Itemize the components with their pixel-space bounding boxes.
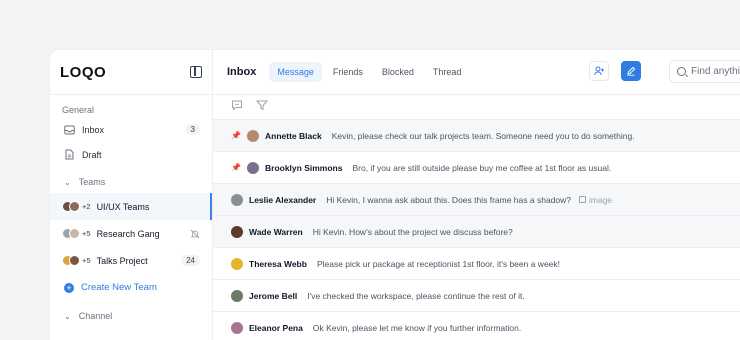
sidebar-team-uiux[interactable]: +2 UI/UX Teams bbox=[50, 193, 212, 220]
message-row[interactable]: Wade Warren Hi Kevin. How's about the pr… bbox=[213, 216, 740, 248]
message-row[interactable]: Theresa Webb Please pick ur package at r… bbox=[213, 248, 740, 280]
avatar bbox=[69, 201, 80, 212]
message-preview: Hi Kevin. How's about the project we dis… bbox=[312, 226, 513, 237]
team-member-count: +5 bbox=[82, 229, 91, 238]
avatar bbox=[69, 255, 80, 266]
tab-blocked[interactable]: Blocked bbox=[374, 62, 422, 82]
sender-name: Theresa Webb bbox=[249, 258, 307, 269]
sidebar-item-inbox[interactable]: Inbox 3 bbox=[50, 117, 212, 142]
sidebar-item-label: Draft bbox=[82, 149, 102, 160]
message-preview: I've checked the workspace, please conti… bbox=[307, 290, 525, 301]
tab-friends[interactable]: Friends bbox=[325, 62, 371, 82]
pin-icon: 📌 bbox=[231, 131, 241, 140]
sidebar-team-research[interactable]: +5 Research Gang bbox=[50, 220, 212, 247]
create-team-button[interactable]: + Create New Team bbox=[50, 274, 212, 301]
tab-thread[interactable]: Thread bbox=[425, 62, 470, 82]
team-avatars: +5 bbox=[62, 228, 91, 239]
chevron-down-icon: ⌄ bbox=[64, 177, 71, 187]
avatar bbox=[247, 129, 259, 142]
chat-filter-icon[interactable] bbox=[231, 98, 243, 116]
teams-section-toggle[interactable]: ⌄ Teams bbox=[50, 171, 212, 193]
add-user-icon bbox=[593, 66, 604, 76]
filter-bar bbox=[213, 95, 740, 120]
team-member-count: +5 bbox=[82, 256, 91, 265]
attachment-label: image bbox=[589, 194, 613, 205]
sender-name: Jerome Bell bbox=[249, 290, 298, 301]
create-team-label: Create New Team bbox=[81, 282, 157, 293]
team-label: UI/UX Teams bbox=[96, 201, 150, 212]
team-label: Talks Project bbox=[96, 255, 148, 266]
sidebar-item-label: Inbox bbox=[82, 124, 105, 135]
message-row[interactable]: 📌 Brooklyn Simmons Bro, if you are still… bbox=[213, 152, 740, 184]
message-preview: Kevin, please check our talk projects te… bbox=[331, 130, 635, 141]
sender-name: Annette Black bbox=[265, 130, 322, 141]
filter-icon[interactable] bbox=[255, 98, 269, 116]
chevron-down-icon: ⌄ bbox=[64, 311, 71, 321]
search-placeholder: Find anything bbox=[691, 66, 740, 77]
search-input[interactable]: Find anything bbox=[669, 60, 740, 83]
logo: LOQO bbox=[60, 63, 107, 81]
avatar bbox=[231, 225, 243, 238]
message-row[interactable]: Jerome Bell I've checked the workspace, … bbox=[213, 280, 740, 312]
section-label-general: General bbox=[62, 105, 95, 115]
sender-name: Leslie Alexander bbox=[249, 194, 317, 205]
sender-name: Brooklyn Simmons bbox=[265, 162, 343, 173]
top-actions bbox=[589, 61, 653, 81]
mute-bell-icon[interactable] bbox=[190, 229, 200, 239]
team-label: Research Gang bbox=[96, 228, 160, 239]
message-preview: Please pick ur package at receptionist 1… bbox=[316, 258, 561, 269]
document-icon bbox=[64, 149, 75, 160]
sidebar: LOQO General Inbox 3 Draft ⌄ Teams +2 UI… bbox=[50, 50, 213, 340]
channel-section-toggle[interactable]: ⌄ Channel bbox=[50, 305, 212, 327]
team-avatars: +5 bbox=[62, 255, 91, 266]
message-row[interactable]: 📌 Annette Black Kevin, please check our … bbox=[213, 120, 740, 152]
sidebar-item-draft[interactable]: Draft bbox=[50, 142, 212, 167]
page-title: Inbox bbox=[227, 66, 257, 78]
sender-name: Eleanor Pena bbox=[249, 322, 303, 333]
message-row[interactable]: Eleanor Pena Ok Kevin, please let me kno… bbox=[213, 312, 740, 340]
logo-row: LOQO bbox=[50, 50, 212, 95]
team-member-count: +2 bbox=[82, 202, 91, 211]
inbox-count-badge: 3 bbox=[185, 124, 200, 135]
avatar bbox=[247, 161, 259, 174]
message-preview: Hi Kevin, I wanna ask about this. Does t… bbox=[326, 194, 571, 205]
avatar bbox=[231, 289, 243, 302]
add-user-button[interactable] bbox=[589, 61, 609, 81]
plus-circle-icon: + bbox=[64, 282, 74, 293]
search-icon bbox=[677, 67, 686, 76]
team-avatars: +2 bbox=[62, 201, 91, 212]
avatar bbox=[231, 321, 243, 334]
message-preview: Bro, if you are still outside please buy… bbox=[352, 162, 612, 173]
message-row[interactable]: Leslie Alexander Hi Kevin, I wanna ask a… bbox=[213, 184, 740, 216]
avatar bbox=[231, 257, 243, 270]
talks-count-badge: 24 bbox=[181, 255, 200, 266]
compose-button[interactable] bbox=[621, 61, 641, 81]
section-label-teams: Teams bbox=[78, 177, 106, 187]
inbox-icon bbox=[64, 124, 75, 135]
sidebar-collapse-icon[interactable] bbox=[190, 66, 202, 78]
avatar bbox=[69, 228, 80, 239]
tab-message[interactable]: Message bbox=[269, 62, 322, 82]
attachment[interactable]: image bbox=[579, 195, 612, 205]
section-label-channel: Channel bbox=[78, 311, 113, 321]
avatar bbox=[231, 193, 243, 206]
app-window: LOQO General Inbox 3 Draft ⌄ Teams +2 UI… bbox=[50, 50, 740, 340]
image-icon bbox=[579, 196, 586, 203]
sender-name: Wade Warren bbox=[249, 226, 303, 237]
pencil-icon bbox=[627, 66, 636, 76]
sidebar-team-talks[interactable]: +5 Talks Project 24 bbox=[50, 247, 212, 274]
pin-icon: 📌 bbox=[231, 163, 241, 172]
topbar: Inbox Message Friends Blocked Thread Fin… bbox=[213, 50, 740, 95]
message-preview: Ok Kevin, please let me know if you furt… bbox=[312, 322, 522, 333]
main-panel: Inbox Message Friends Blocked Thread Fin… bbox=[213, 50, 740, 340]
